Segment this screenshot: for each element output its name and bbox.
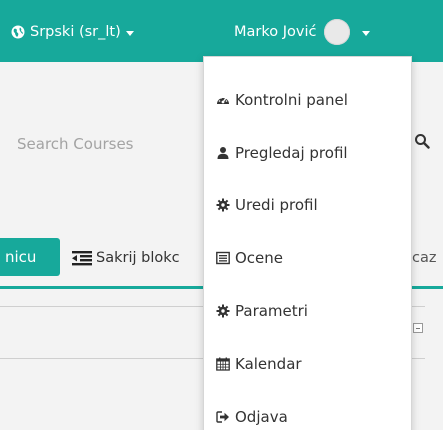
menu-item-label: Pregledaj profil	[235, 144, 348, 162]
hide-blocks-button[interactable]: Sakrij blokc	[72, 246, 180, 270]
sign-out-icon	[216, 411, 229, 423]
menu-item-parametri[interactable]: Parametri	[216, 298, 308, 324]
page-edit-button[interactable]: nicu	[0, 238, 60, 276]
outdent-icon	[72, 251, 92, 266]
menu-item-ocene[interactable]: Ocene	[216, 245, 283, 271]
user-menu-toggle[interactable]: Marko Jović	[234, 18, 371, 46]
menu-item-pregledaj-profil[interactable]: Pregledaj profil	[216, 140, 348, 166]
menu-item-kontrolni-panel[interactable]: Kontrolni panel	[216, 87, 348, 113]
menu-item-odjava[interactable]: Odjava	[216, 404, 288, 430]
avatar[interactable]	[324, 19, 351, 45]
hide-blocks-label: Sakrij blokc	[96, 250, 180, 266]
search-courses-input[interactable]	[0, 124, 200, 164]
globe-icon	[11, 25, 25, 39]
dashboard-icon	[217, 97, 229, 104]
menu-item-kalendar[interactable]: Kalendar	[216, 351, 302, 377]
collapse-block-button[interactable]	[413, 323, 423, 333]
menu-item-label: Kontrolni panel	[235, 91, 348, 109]
user-icon	[217, 147, 229, 159]
partial-button-label[interactable]: caz	[412, 250, 436, 266]
cog-icon	[216, 304, 230, 318]
chevron-down-icon	[362, 30, 371, 36]
chevron-down-icon	[125, 30, 134, 36]
menu-item-label: Parametri	[235, 302, 308, 320]
menu-item-label: Ocene	[235, 249, 284, 267]
list-icon	[216, 251, 230, 265]
top-navbar: Srpski (sr_lt) Marko Jović	[0, 0, 443, 62]
language-label: Srpski (sr_lt)	[30, 24, 121, 40]
menu-item-label: Kalendar	[235, 355, 302, 373]
menu-item-label: Odjava	[235, 408, 288, 426]
calendar-icon	[216, 357, 230, 371]
cog-icon	[216, 198, 230, 212]
user-name: Marko Jović	[234, 24, 317, 40]
search-icon[interactable]	[414, 133, 430, 149]
language-menu-toggle[interactable]: Srpski (sr_lt)	[11, 21, 134, 43]
page: Srpski (sr_lt) Marko Jović nicu Sakrij b…	[0, 0, 443, 430]
user-dropdown-menu: Kontrolni panel Pregledaj profil Uredi p…	[203, 56, 412, 430]
menu-item-uredi-profil[interactable]: Uredi profil	[216, 192, 318, 218]
menu-item-label: Uredi profil	[235, 196, 318, 214]
